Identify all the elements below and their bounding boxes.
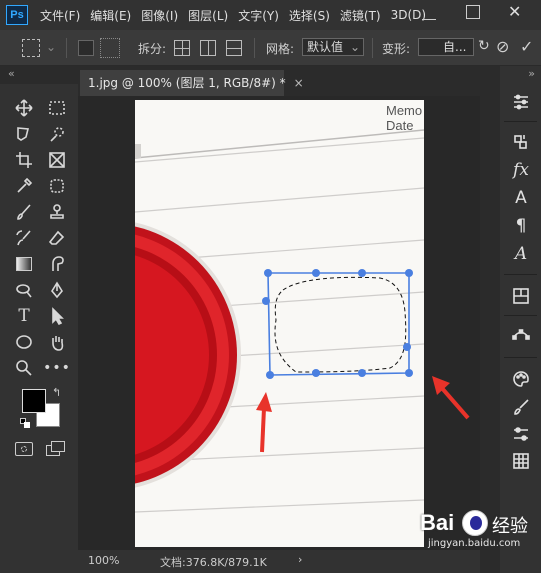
date-text: Date — [386, 118, 414, 133]
commit-transform-icon[interactable]: ✓ — [520, 37, 533, 56]
pen-icon[interactable] — [44, 279, 70, 301]
zoom-level[interactable]: 100% — [88, 554, 119, 567]
tool-presets-icon[interactable] — [508, 423, 534, 445]
maximize-button[interactable] — [466, 5, 480, 19]
grid-dropdown-value: 默认值 — [307, 40, 344, 54]
default-colors-icon[interactable] — [20, 418, 30, 428]
eraser-icon[interactable] — [44, 227, 70, 249]
frame-icon[interactable] — [44, 149, 70, 171]
split-label: 拆分: — [138, 42, 167, 56]
menu-filter[interactable]: 滤镜(T) — [340, 7, 381, 24]
type-icon[interactable]: T — [11, 305, 37, 327]
history-brush-icon[interactable] — [11, 227, 37, 249]
panel-dock-strip — [480, 66, 500, 573]
baidu-watermark: Bai 经验 jingyan.baidu.com — [420, 508, 541, 553]
options-bar: ⌄ 拆分: 网格: 默认值 ⌄ 变形: 自... ↻ ⊘ ✓ — [0, 30, 541, 66]
foreground-color-swatch[interactable] — [22, 389, 46, 413]
warp-dropdown-value: 自... — [443, 40, 467, 54]
grid-panel-icon[interactable] — [508, 450, 534, 472]
split-cross-icon[interactable] — [174, 40, 190, 56]
history-icon[interactable] — [508, 131, 534, 153]
menu-select[interactable]: 选择(S) — [289, 7, 330, 24]
menu-layer[interactable]: 图层(L) — [188, 7, 228, 24]
split-horizontal-icon[interactable] — [226, 40, 242, 56]
clone-stamp-icon[interactable] — [44, 201, 70, 223]
brush-icon[interactable] — [11, 201, 37, 223]
paths-icon[interactable] — [508, 326, 534, 348]
lasso-icon[interactable] — [11, 123, 37, 145]
adjustments-icon[interactable] — [508, 91, 534, 113]
eyedropper-icon[interactable] — [11, 175, 37, 197]
zoom-icon[interactable] — [11, 357, 37, 379]
menu-3d[interactable]: 3D(D) — [391, 8, 426, 22]
menu-type[interactable]: 文字(Y) — [238, 7, 279, 24]
move-icon[interactable] — [11, 97, 37, 119]
glyphs-icon[interactable]: A — [508, 243, 534, 265]
document-tab-title: 1.jpg @ 100% (图层 1, RGB/8#) * — [88, 76, 286, 90]
path-select-icon[interactable] — [44, 305, 70, 327]
chevron-down-icon: ⌄ — [349, 40, 360, 54]
reference-point-icon[interactable] — [100, 38, 120, 58]
character-icon[interactable]: A — [508, 187, 534, 209]
hand-icon[interactable] — [44, 331, 70, 353]
reference-checkbox[interactable] — [78, 40, 94, 56]
marquee-icon[interactable] — [44, 97, 70, 119]
photoshop-logo: Ps — [6, 5, 28, 25]
split-vertical-icon[interactable] — [200, 40, 216, 56]
tool-preset-chevron-icon[interactable]: ⌄ — [46, 40, 56, 54]
notebook-photo — [135, 129, 424, 513]
rotate-warp-icon[interactable]: ↻ — [478, 38, 490, 54]
menu-image[interactable]: 图像(I) — [141, 7, 178, 24]
document-canvas[interactable]: Memo Date — [135, 100, 424, 547]
ellipse-icon[interactable] — [11, 331, 37, 353]
menu-edit[interactable]: 编辑(E) — [90, 7, 131, 24]
screen-mode-icon[interactable] — [46, 441, 66, 457]
grid-label: 网格: — [266, 42, 295, 56]
document-info: 文档:376.8K/879.1K — [160, 556, 267, 569]
more-tools-icon[interactable]: ••• — [43, 357, 70, 379]
watermark-brand: Bai — [420, 510, 455, 535]
close-window-icon[interactable]: ✕ — [508, 2, 521, 21]
menu-bar: Ps 文件(F) 编辑(E) 图像(I) 图层(L) 文字(Y) 选择(S) 滤… — [0, 0, 541, 30]
crop-icon[interactable] — [11, 149, 37, 171]
gradient-icon[interactable] — [11, 253, 37, 275]
menu-file[interactable]: 文件(F) — [40, 7, 80, 24]
swap-colors-icon[interactable]: ↰ — [52, 386, 61, 399]
quick-mask-icon[interactable] — [15, 442, 33, 456]
status-menu-arrow-icon[interactable]: › — [298, 553, 302, 566]
tools-panel-header: « — [0, 66, 78, 84]
paw-logo-icon — [462, 510, 488, 536]
quick-select-icon[interactable] — [44, 123, 70, 145]
warp-label: 变形: — [382, 42, 411, 56]
watermark-brand-cn: 经验 — [492, 516, 528, 537]
memo-text: Memo — [386, 103, 423, 118]
document-tab[interactable]: 1.jpg @ 100% (图层 1, RGB/8#) * × — [80, 70, 304, 96]
spot-heal-icon[interactable] — [44, 175, 70, 197]
fx-styles-icon[interactable]: fx — [508, 159, 534, 181]
color-palette-icon[interactable] — [508, 368, 534, 390]
watermark-url: jingyan.baidu.com — [428, 538, 521, 549]
warp-dropdown[interactable]: 自... — [418, 38, 474, 56]
smudge-icon[interactable] — [44, 253, 70, 275]
grid-dropdown[interactable]: 默认值 ⌄ — [302, 38, 364, 56]
brush-settings-icon[interactable] — [508, 396, 534, 418]
transform-tool-icon[interactable] — [22, 39, 40, 57]
cancel-transform-icon[interactable]: ⊘ — [496, 37, 509, 56]
layers-icon[interactable] — [508, 285, 534, 307]
minimize-button[interactable] — [422, 6, 436, 20]
paragraph-icon[interactable]: ¶ — [508, 215, 534, 237]
close-tab-icon[interactable]: × — [294, 76, 304, 90]
status-bar: 100% 文档:376.8K/879.1K › — [78, 550, 480, 573]
dodge-icon[interactable] — [11, 279, 37, 301]
